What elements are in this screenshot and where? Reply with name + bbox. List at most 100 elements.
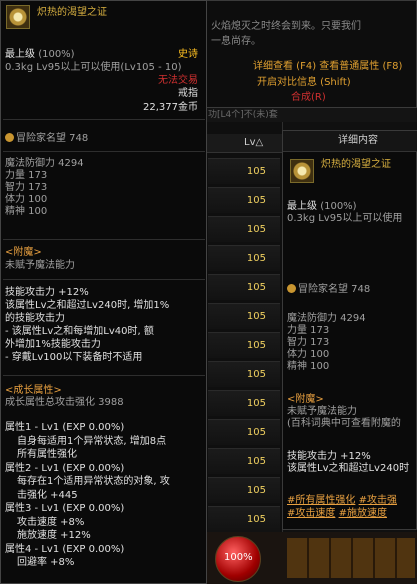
list-item-level: 105 <box>246 253 266 264</box>
tag-attack-enhance[interactable]: #攻击强 <box>359 495 397 506</box>
lv-sort-header[interactable]: Lv△ <box>206 134 282 153</box>
stat-line: 魔法防御力 4294 <box>287 313 366 324</box>
skill-line: 该属性Lv之和超过Lv240时, 增加1% <box>5 300 170 311</box>
ring-item-icon <box>6 5 30 29</box>
top-right-info-panel: 火焰熄灭之时终会到来。只要我们 一息尚存。 详细查看 (F4) 查看普通属性 (… <box>206 0 417 108</box>
skill-line: - 该属性Lv之和每增加Lv40时, 额 <box>5 326 154 337</box>
enchant-header: <附魔> <box>5 247 42 258</box>
item-title: 炽热的渴望之证 <box>37 7 107 18</box>
skill-line: 技能攻击力 +12% <box>5 287 89 298</box>
list-item-level: 105 <box>246 456 266 467</box>
list-item[interactable]: 105 <box>208 448 280 474</box>
list-item-level: 105 <box>246 485 266 496</box>
list-item[interactable]: 105 <box>208 332 280 358</box>
list-item[interactable]: 105 <box>208 274 280 300</box>
list-item-level: 105 <box>246 166 266 177</box>
tags-row-1: #所有属性强化 #攻击强 <box>287 495 397 507</box>
enchant-text: 未赋予魔法能力 <box>287 406 357 417</box>
stat-line: 力量 173 <box>5 170 48 181</box>
list-item[interactable]: 105 <box>208 506 280 532</box>
growth-line: 攻击速度 +8% <box>17 516 85 528</box>
tooltip-right: 详细内容 炽热的渴望之证 最上级 (100%) 0.3kg Lv95以上可以使用… <box>282 130 417 530</box>
list-item-level: 105 <box>246 311 266 322</box>
skill-line: 外增加1%技能攻击力 <box>5 339 101 350</box>
compare-info-link[interactable]: 开启对比信息 (Shift) <box>257 77 351 89</box>
stat-line: 力量 173 <box>287 325 330 336</box>
tag-attack-speed[interactable]: #攻击速度 <box>287 508 335 519</box>
detail-header-text: 详细内容 <box>338 135 378 146</box>
enchant-text: 未赋予魔法能力 <box>5 260 75 271</box>
tooltip-left: 炽热的渴望之证 最上级 (100%) 史诗 0.3kg Lv95以上可以使用(L… <box>0 0 207 584</box>
enchant-note: (百科词典中可查看附魔的 <box>287 418 401 429</box>
item-requirement: 0.3kg Lv95以上可以使用 <box>287 213 403 224</box>
list-item[interactable]: 105 <box>208 187 280 213</box>
skill-line-1: 技能攻击力 +12% <box>287 451 371 462</box>
item-rarity: 史诗 <box>178 49 198 60</box>
growth-line: 属性2 - Lv1 (EXP 0.00%) <box>5 462 125 474</box>
list-item[interactable]: 105 <box>208 158 280 184</box>
growth-line: 属性1 - Lv1 (EXP 0.00%) <box>5 422 125 433</box>
list-item-level: 105 <box>246 340 266 351</box>
growth-line: 回避率 +8% <box>17 557 75 568</box>
stat-line: 魔法防御力 4294 <box>5 158 84 169</box>
stat-line: 体力 100 <box>287 349 330 360</box>
hp-orb: 100% <box>215 536 261 582</box>
growth-line: 击强化 +445 <box>17 489 78 501</box>
list-item-level: 105 <box>246 369 266 380</box>
growth-line: 施放速度 +12% <box>17 530 91 541</box>
stat-line: 智力 173 <box>287 337 330 348</box>
item-grade: 最上级 (100%) <box>5 49 75 60</box>
tag-cast-speed[interactable]: #施放速度 <box>339 508 387 519</box>
lv-sort-label: Lv△ <box>244 137 264 148</box>
skill-line-2: 该属性Lv之和超过Lv240时 <box>287 463 410 474</box>
enchant-header: <附魔> <box>287 394 324 405</box>
growth-line: 属性4 - Lv1 (EXP 0.00%) <box>5 543 125 555</box>
item-requirement: 0.3kg Lv95以上可以使用(Lv105 - 10) <box>5 62 182 73</box>
list-item[interactable]: 105 <box>208 390 280 416</box>
growth-line: 属性3 - Lv1 (EXP 0.00%) <box>5 503 125 514</box>
stat-line: 体力 100 <box>5 194 48 205</box>
ring-item-icon <box>290 159 314 183</box>
tag-all-element[interactable]: #所有属性强化 <box>287 495 355 506</box>
list-item[interactable]: 105 <box>208 216 280 242</box>
item-title: 炽热的渴望之证 <box>321 159 391 170</box>
filter-bar: 功[L4个]不(未)套 <box>206 108 417 122</box>
item-fame: 冒险家名望 748 <box>287 284 370 296</box>
lore-text-1: 火焰熄灭之时终会到来。只要我们 <box>211 21 361 32</box>
item-price: 22,377金币 <box>143 102 198 113</box>
growth-text: 成长属性总攻击强化 3988 <box>5 397 124 408</box>
growth-line: 每存在1个适用异常状态的对象, 攻 <box>17 476 170 487</box>
filter-text: 功[L4个]不(未)套 <box>208 110 278 120</box>
list-item[interactable]: 105 <box>208 419 280 445</box>
list-item-level: 105 <box>246 427 266 438</box>
list-item-level: 105 <box>246 224 266 235</box>
hp-percent: 100% <box>224 552 253 563</box>
item-slot: 戒指 <box>178 88 198 99</box>
item-fame: 冒险家名望 748 <box>5 133 88 145</box>
list-item[interactable]: 105 <box>208 303 280 329</box>
list-item[interactable]: 105 <box>208 477 280 503</box>
list-item-level: 105 <box>246 514 266 525</box>
skill-slots <box>287 538 415 578</box>
detail-view-link[interactable]: 详细查看 (F4) 查看普通属性 (F8) <box>253 61 402 73</box>
list-item[interactable]: 105 <box>208 245 280 271</box>
lore-text-2: 一息尚存。 <box>211 36 261 47</box>
stat-line: 智力 173 <box>5 182 48 193</box>
growth-line: 所有属性强化 <box>17 449 77 460</box>
combine-link[interactable]: 合成(R) <box>291 92 326 104</box>
tags-row-2: #攻击速度 #施放速度 <box>287 508 387 520</box>
tooltip-right-header: 详细内容 <box>283 131 417 152</box>
list-item[interactable]: 105 <box>208 361 280 387</box>
item-grade: 最上级 (100%) <box>287 201 357 212</box>
skill-line: - 穿戴Lv100以下装备时不适用 <box>5 352 143 363</box>
stat-line: 精神 100 <box>287 361 330 372</box>
growth-header: <成长属性> <box>5 385 62 396</box>
growth-line: 自身每适用1个异常状态, 增加8点 <box>17 435 167 447</box>
item-trade: 无法交易 <box>158 75 198 86</box>
stat-line: 精神 100 <box>5 206 48 217</box>
hud-bar: 100% <box>207 532 417 584</box>
list-item-level: 105 <box>246 195 266 206</box>
list-item-level: 105 <box>246 282 266 293</box>
list-item-level: 105 <box>246 398 266 409</box>
skill-line: 的技能攻击力 <box>5 313 65 324</box>
